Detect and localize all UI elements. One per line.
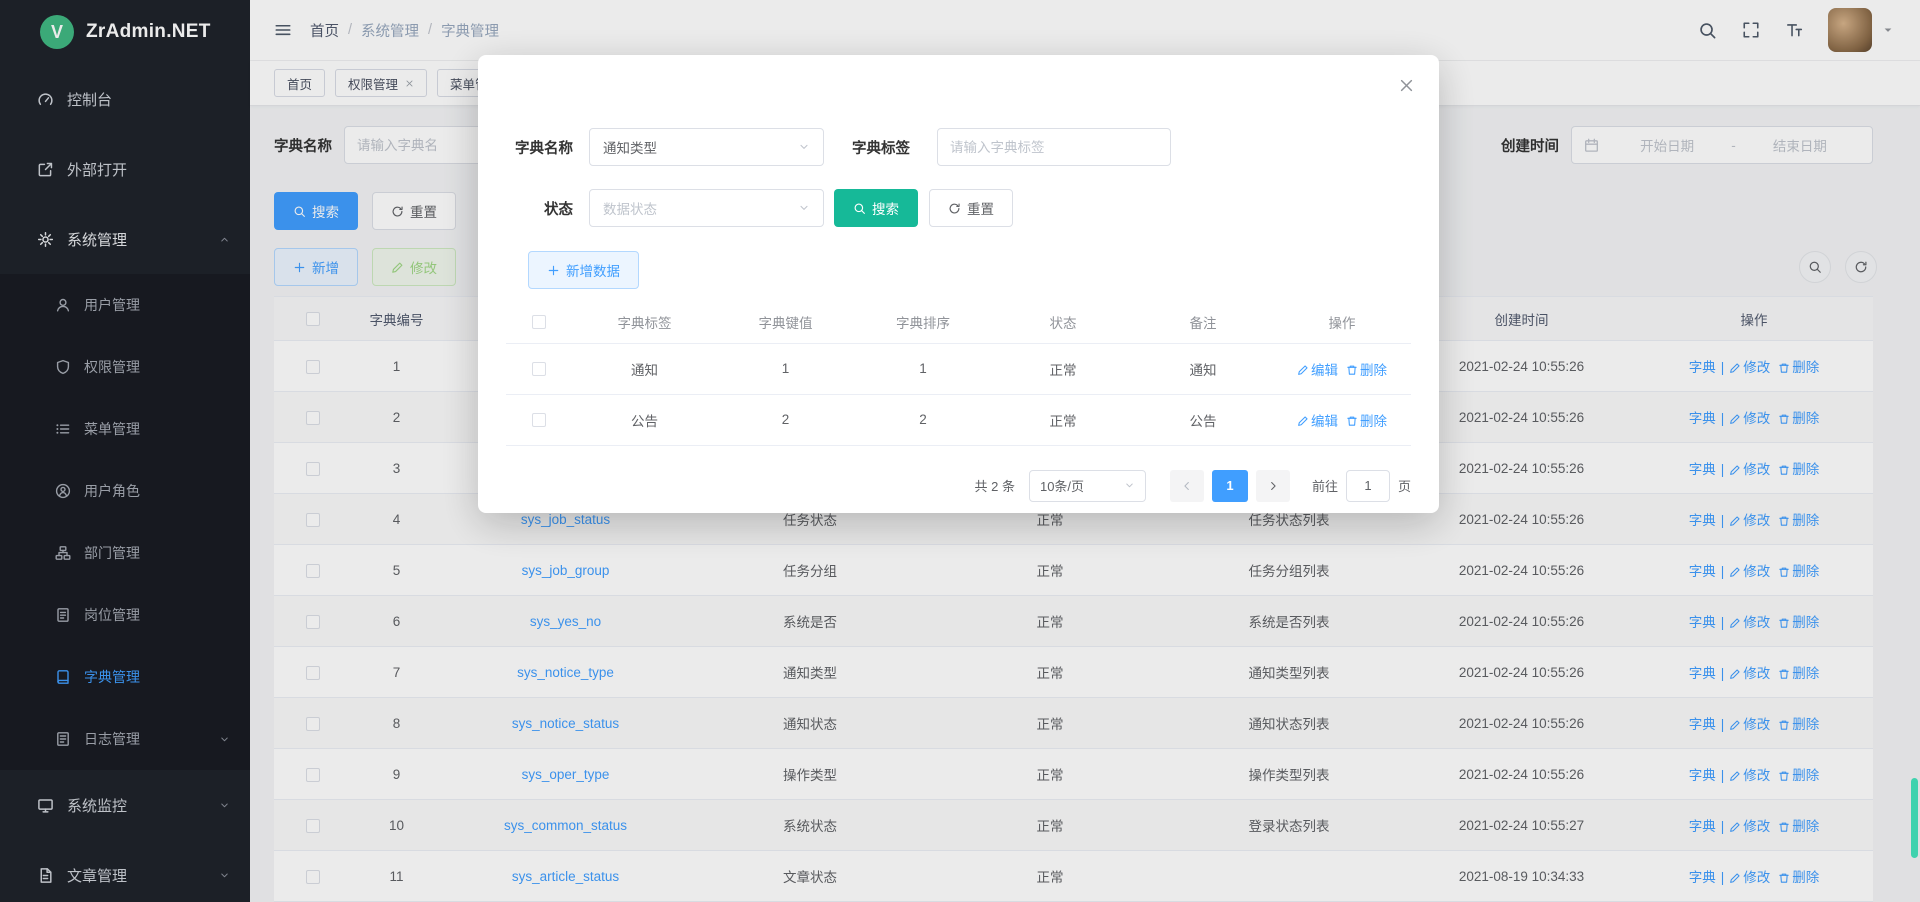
modal-dict-name-select[interactable]: 通知类型 — [589, 128, 824, 166]
table-row: 通知11正常通知编辑删除 — [506, 343, 1411, 394]
edit-icon — [1297, 364, 1309, 376]
prev-page-button[interactable] — [1170, 470, 1204, 502]
modal-backdrop: 字典名称 通知类型 字典标签 状态 数据状态 搜索 重置 — [0, 0, 1920, 902]
modal-search-button[interactable]: 搜索 — [834, 189, 918, 227]
column-header: 状态 — [993, 301, 1133, 343]
chevron-down-icon — [1124, 480, 1135, 491]
refresh-icon — [948, 202, 961, 215]
modal-status-label: 状态 — [503, 198, 573, 219]
modal-status-select[interactable]: 数据状态 — [589, 189, 824, 227]
delete-action-link[interactable]: 删除 — [1346, 414, 1387, 429]
modal-dict-label-input[interactable] — [937, 128, 1171, 166]
modal-dict-name-label: 字典名称 — [503, 137, 573, 158]
page-unit-label: 页 — [1398, 476, 1411, 495]
pagination: 共 2 条 10条/页 1 前往 页 — [478, 470, 1411, 502]
select-all-checkbox[interactable] — [532, 315, 546, 329]
chevron-down-icon — [798, 141, 810, 153]
status-placeholder: 数据状态 — [603, 198, 657, 218]
page-size-select[interactable]: 10条/页 — [1029, 470, 1146, 502]
column-header: 字典排序 — [853, 301, 993, 343]
trash-icon — [1346, 364, 1358, 376]
chevron-left-icon — [1181, 480, 1193, 492]
page-1-button[interactable]: 1 — [1212, 470, 1248, 502]
modal-reset-button[interactable]: 重置 — [929, 189, 1013, 227]
column-header: 备注 — [1133, 301, 1273, 343]
select-all-cell — [506, 301, 571, 343]
search-icon — [853, 202, 866, 215]
scrollbar-thumb[interactable] — [1911, 778, 1918, 858]
row-checkbox[interactable] — [532, 362, 546, 376]
page-size-value: 10条/页 — [1040, 476, 1084, 495]
edit-icon — [1297, 415, 1309, 427]
goto-page-input[interactable] — [1346, 470, 1390, 502]
dict-data-dialog: 字典名称 通知类型 字典标签 状态 数据状态 搜索 重置 — [478, 55, 1439, 513]
trash-icon — [1346, 415, 1358, 427]
edit-action-link[interactable]: 编辑 — [1297, 414, 1338, 429]
chevron-right-icon — [1267, 480, 1279, 492]
pagination-total: 共 2 条 — [975, 476, 1015, 495]
chevron-down-icon — [798, 141, 810, 153]
table-row: 公告22正常公告编辑删除 — [506, 394, 1411, 445]
column-header: 字典标签 — [571, 301, 718, 343]
edit-action-link[interactable]: 编辑 — [1297, 363, 1338, 378]
dict-data-table: 字典标签字典键值字典排序状态备注操作通知11正常通知编辑删除公告22正常公告编辑… — [506, 301, 1411, 446]
dialog-filter-form: 字典名称 通知类型 字典标签 状态 数据状态 搜索 重置 — [478, 55, 1439, 289]
chevron-down-icon — [798, 202, 810, 214]
dialog-close-button[interactable] — [1398, 77, 1415, 94]
goto-label: 前往 — [1312, 476, 1338, 495]
close-icon — [1398, 77, 1415, 94]
column-header: 字典键值 — [718, 301, 853, 343]
selected-dict-name: 通知类型 — [603, 137, 657, 157]
add-data-button[interactable]: 新增数据 — [528, 251, 639, 289]
plus-icon — [547, 264, 560, 277]
column-header: 操作 — [1273, 301, 1411, 343]
next-page-button[interactable] — [1256, 470, 1290, 502]
row-checkbox[interactable] — [532, 413, 546, 427]
delete-action-link[interactable]: 删除 — [1346, 363, 1387, 378]
modal-dict-label-label: 字典标签 — [840, 137, 910, 158]
chevron-down-icon — [798, 202, 810, 214]
chevron-down-icon — [1124, 480, 1135, 491]
